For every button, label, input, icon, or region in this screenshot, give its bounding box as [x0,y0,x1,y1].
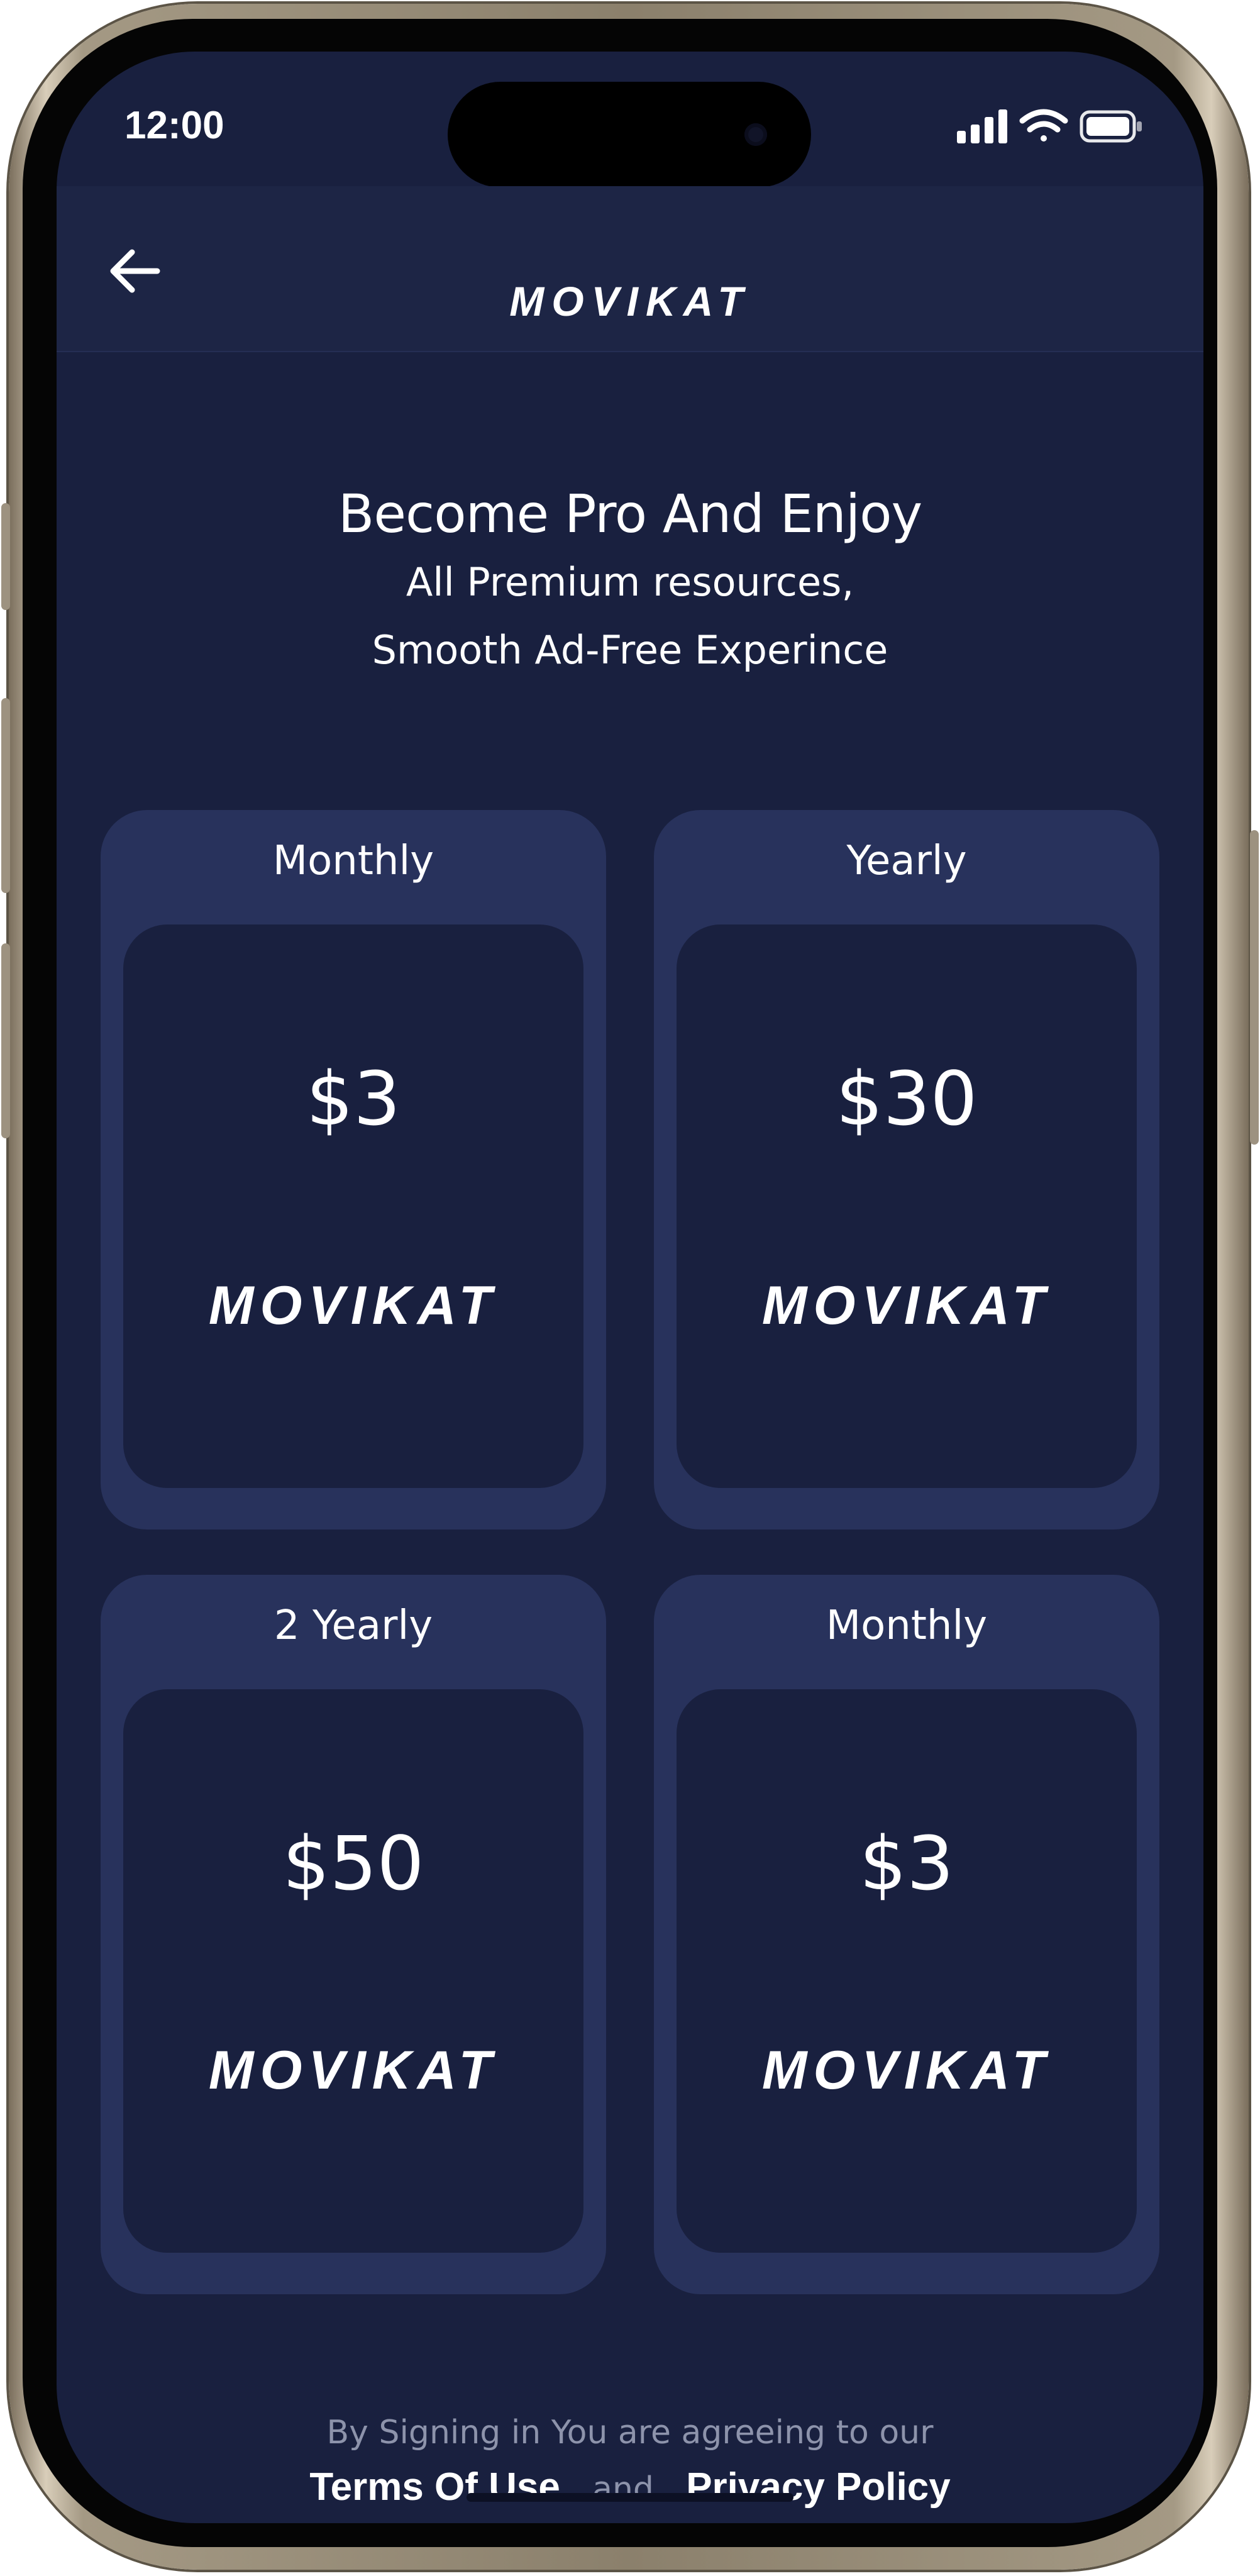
and-text: and [592,2470,654,2508]
plan-label: Monthly [826,1602,988,1649]
plan-inner: $3 MOVIKAT [677,1689,1137,2253]
promo-line-1: All Premium resources, [406,559,854,605]
dynamic-island [448,82,811,187]
logo-text: MOVIKAT [208,1275,499,1336]
plan-logo: MOVIKAT [757,1933,1056,2101]
equalizer-logo-icon [247,1177,460,1267]
logo-text: MOVIKAT [761,2040,1052,2101]
back-arrow-icon[interactable] [107,243,163,299]
logo-text: MOVIKAT [509,278,751,325]
plan-card-monthly[interactable]: Monthly $3 MOVIKAT [101,810,606,1530]
plan-card-2-yearly[interactable]: 2 Yearly $50 MOVIKAT [101,1575,606,2294]
promo-title: Become Pro And Enjoy [338,483,923,545]
plan-inner: $50 MOVIKAT [123,1689,583,2253]
promo-line-2: Smooth Ad-Free Experince [372,627,888,673]
logo-text: MOVIKAT [208,2040,499,2101]
status-time: 12:00 [124,104,224,147]
volume-down-button [1,943,10,1138]
privacy-policy-link[interactable]: Privacy Policy [686,2465,951,2509]
plan-card-yearly[interactable]: Yearly $30 MOVIKAT [654,810,1159,1530]
agreement-text: By Signing in You are agreeing to our [326,2414,934,2451]
front-camera [744,123,767,146]
power-button [1250,830,1259,1145]
home-indicator [467,2493,793,2502]
battery-icon [1080,110,1142,143]
plan-price: $30 [836,1055,978,1142]
legal-links: Terms Of Use and Privacy Policy [57,2462,1203,2515]
plan-logo: MOVIKAT [757,1169,1056,1336]
plan-price: $3 [859,1820,954,1907]
app-logo: MOVIKAT [500,197,760,323]
screen: 12:00 MOVIKAT Become Pro And Enjoy All P… [57,52,1203,2523]
plan-logo: MOVIKAT [204,1169,503,1336]
status-bar: 12:00 [57,52,1203,187]
equalizer-logo-icon [800,1942,1013,2032]
plan-inner: $3 MOVIKAT [123,924,583,1488]
plan-logo: MOVIKAT [204,1933,503,2101]
plan-inner: $30 MOVIKAT [677,924,1137,1488]
plan-label: Yearly [846,838,967,884]
plan-label: 2 Yearly [274,1602,433,1649]
wifi-icon [1019,109,1068,142]
app-header: MOVIKAT [57,186,1203,352]
action-button [1,503,10,610]
cellular-signal-icon [957,109,1007,143]
promo-headline: Become Pro And Enjoy All Premium resourc… [57,479,1203,684]
plan-card-monthly-2[interactable]: Monthly $3 MOVIKAT [654,1575,1159,2294]
plan-price: $50 [282,1820,424,1907]
plan-label: Monthly [272,838,434,884]
equalizer-logo-icon [800,1177,1013,1267]
volume-up-button [1,698,10,893]
equalizer-logo-icon [541,201,719,276]
status-icons [957,109,1142,143]
plan-price: $3 [306,1055,401,1142]
logo-text: MOVIKAT [761,1275,1052,1336]
equalizer-logo-icon [247,1942,460,2032]
terms-of-use-link[interactable]: Terms Of Use [309,2465,560,2509]
